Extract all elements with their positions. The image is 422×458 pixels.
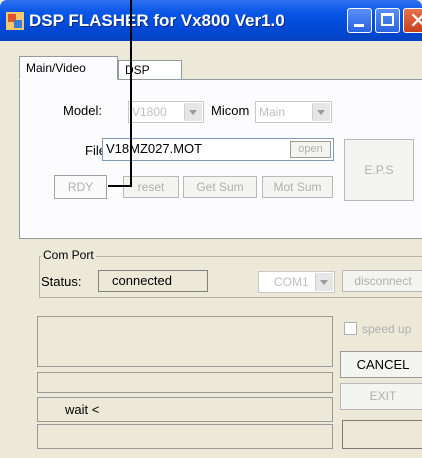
chevron-down-icon <box>315 273 333 291</box>
tab-main-video[interactable]: Main/Video <box>19 56 118 80</box>
disconnect-button-label: disconnect <box>354 274 412 288</box>
status-value: connected <box>112 273 172 288</box>
tab-main-video-label: Main/Video <box>26 61 86 75</box>
exit-button[interactable]: EXIT <box>340 383 422 410</box>
status-label: Status: <box>41 274 82 289</box>
status-field: connected <box>98 270 208 292</box>
com-port-title: Com Port <box>41 248 96 262</box>
log-panel-middle <box>37 372 333 393</box>
log-panel-bottom <box>37 424 333 449</box>
progress-panel <box>342 420 422 449</box>
com-port-select[interactable]: COM1 <box>258 271 335 293</box>
speed-up-checkbox[interactable] <box>344 322 357 335</box>
cancel-button[interactable]: CANCEL <box>340 351 422 378</box>
log-message: wait < <box>65 402 100 417</box>
log-panel-top <box>37 316 333 367</box>
exit-button-label: EXIT <box>369 389 397 403</box>
disconnect-button[interactable]: disconnect <box>342 270 422 292</box>
com-port-select-value: COM1 <box>274 275 309 289</box>
log-message-box: wait < <box>37 397 333 422</box>
speed-up-label: speed up <box>362 322 412 336</box>
cancel-button-label: CANCEL <box>356 357 410 372</box>
